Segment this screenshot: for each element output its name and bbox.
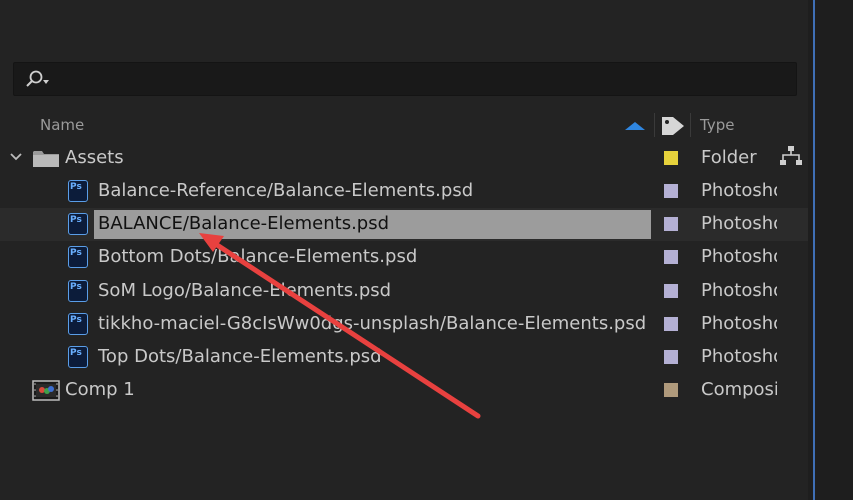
item-name: Bottom Dots/Balance-Elements.psd: [98, 246, 418, 267]
list-item-psd-selected[interactable]: Ps BALANCE/Balance-Elements.psd Photosho…: [0, 208, 808, 241]
label-swatch[interactable]: [664, 217, 678, 231]
flowchart-icon[interactable]: [779, 145, 803, 167]
column-type-header[interactable]: Type: [700, 116, 734, 134]
item-type: Photoshop: [701, 346, 777, 367]
item-type: Photoshop: [701, 280, 777, 301]
label-swatch[interactable]: [664, 151, 678, 165]
composition-icon: [32, 380, 60, 401]
item-name: Balance-Reference/Balance-Elements.psd: [98, 180, 474, 201]
search-icon[interactable]: [24, 69, 50, 89]
item-type: Photoshop: [701, 180, 777, 201]
photoshop-file-icon: Ps: [68, 213, 88, 235]
column-name-header[interactable]: Name: [40, 116, 84, 134]
item-name: Comp 1: [65, 379, 135, 400]
item-name: Assets: [65, 147, 124, 168]
item-type: Composition: [701, 379, 777, 400]
sort-ascending-icon[interactable]: [624, 121, 646, 131]
list-item-psd[interactable]: Ps Top Dots/Balance-Elements.psd Photosh…: [0, 341, 808, 374]
item-type: Photoshop: [701, 246, 777, 267]
list-item-psd[interactable]: Ps SoM Logo/Balance-Elements.psd Photosh…: [0, 275, 808, 308]
column-header: Name Type: [0, 111, 808, 139]
chevron-down-icon[interactable]: [9, 151, 23, 163]
photoshop-file-icon: Ps: [68, 346, 88, 368]
list-item-psd[interactable]: Ps Bottom Dots/Balance-Elements.psd Phot…: [0, 241, 808, 274]
photoshop-file-icon: Ps: [68, 180, 88, 202]
label-swatch[interactable]: [664, 350, 678, 364]
item-type: Photoshop: [701, 313, 777, 334]
photoshop-file-icon: Ps: [68, 280, 88, 302]
item-name: tikkho-maciel-G8cIsWw0dgs-unsplash/Balan…: [98, 313, 647, 334]
item-name: Top Dots/Balance-Elements.psd: [98, 346, 382, 367]
item-type: Photoshop: [701, 213, 777, 234]
label-swatch[interactable]: [664, 383, 678, 397]
label-tag-icon[interactable]: [660, 115, 686, 137]
list-item-folder-assets[interactable]: Assets Folder: [0, 142, 808, 175]
folder-icon: [33, 151, 59, 167]
item-name: BALANCE/Balance-Elements.psd: [98, 213, 390, 234]
list-item-psd[interactable]: Ps Balance-Reference/Balance-Elements.ps…: [0, 175, 808, 208]
project-panel: Name Type Assets Folder Ps Balance-Refer…: [0, 0, 808, 500]
label-swatch[interactable]: [664, 250, 678, 264]
list-item-composition[interactable]: Comp 1 Composition: [0, 374, 808, 407]
photoshop-file-icon: Ps: [68, 246, 88, 268]
item-name: SoM Logo/Balance-Elements.psd: [98, 280, 392, 301]
label-swatch[interactable]: [664, 184, 678, 198]
column-divider[interactable]: [654, 113, 655, 137]
label-swatch[interactable]: [664, 317, 678, 331]
list-item-psd[interactable]: Ps tikkho-maciel-G8cIsWw0dgs-unsplash/Ba…: [0, 308, 808, 341]
label-swatch[interactable]: [664, 284, 678, 298]
search-input[interactable]: [13, 62, 797, 96]
panel-focus-border: [813, 0, 815, 500]
column-divider[interactable]: [690, 113, 691, 137]
item-type: Folder: [701, 147, 757, 168]
photoshop-file-icon: Ps: [68, 313, 88, 335]
